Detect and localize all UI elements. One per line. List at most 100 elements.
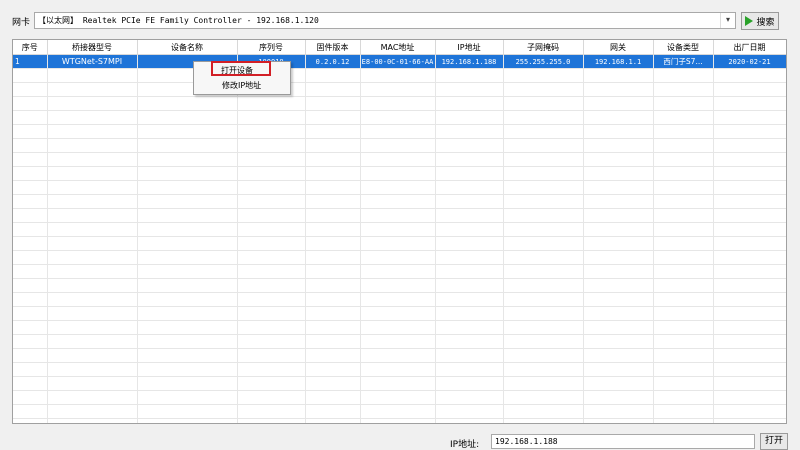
empty-cell [583, 208, 654, 223]
empty-cell [435, 306, 504, 321]
empty-cell [713, 124, 786, 139]
empty-cell [305, 152, 361, 167]
col-header-type[interactable]: 设备类型 [653, 40, 714, 55]
empty-cell [13, 390, 48, 405]
empty-cell [583, 348, 654, 363]
empty-cell [583, 152, 654, 167]
empty-cell [583, 418, 654, 423]
empty-cell [713, 208, 786, 223]
empty-cell [305, 236, 361, 251]
empty-cell [583, 236, 654, 251]
empty-cell [583, 390, 654, 405]
empty-cell [137, 166, 238, 181]
nic-select[interactable]: 【以太网】 Realtek PCIe FE Family Controller … [34, 12, 736, 29]
col-header-gateway[interactable]: 网关 [583, 40, 654, 55]
empty-cell [305, 264, 361, 279]
empty-cell [435, 138, 504, 153]
empty-cell [13, 110, 48, 125]
empty-row [13, 152, 786, 167]
empty-cell [47, 96, 138, 111]
empty-cell [137, 236, 238, 251]
empty-cell [305, 124, 361, 139]
empty-cell [237, 250, 306, 265]
empty-cell [653, 362, 714, 377]
empty-cell [435, 68, 504, 83]
empty-row [13, 222, 786, 237]
col-header-firmware[interactable]: 固件版本 [305, 40, 361, 55]
empty-cell [360, 124, 436, 139]
empty-cell [653, 278, 714, 293]
empty-row [13, 418, 786, 423]
empty-cell [237, 306, 306, 321]
empty-cell [435, 250, 504, 265]
empty-row [13, 320, 786, 335]
open-button[interactable]: 打开 [760, 433, 788, 450]
empty-cell [305, 166, 361, 181]
empty-cell [360, 96, 436, 111]
empty-cell [435, 376, 504, 391]
empty-cell [713, 390, 786, 405]
empty-cell [47, 320, 138, 335]
empty-cell [237, 390, 306, 405]
empty-cell [13, 96, 48, 111]
table-row[interactable]: 1 WTGNet-S7MPI 100010 0.2.0.12 E8-00-0C-… [13, 54, 786, 69]
empty-cell [583, 110, 654, 125]
col-header-name[interactable]: 设备名称 [137, 40, 238, 55]
empty-cell [503, 124, 584, 139]
col-header-ip[interactable]: IP地址 [435, 40, 504, 55]
empty-cell [237, 362, 306, 377]
empty-row [13, 362, 786, 377]
empty-row [13, 292, 786, 307]
empty-row [13, 250, 786, 265]
col-header-index[interactable]: 序号 [13, 40, 48, 55]
empty-row [13, 236, 786, 251]
chevron-down-icon[interactable]: ▾ [720, 13, 735, 28]
empty-cell [137, 264, 238, 279]
empty-cell [435, 320, 504, 335]
col-header-mask[interactable]: 子网掩码 [503, 40, 584, 55]
cell-model: WTGNet-S7MPI [47, 54, 138, 69]
empty-cell [137, 138, 238, 153]
menu-item-modify-ip[interactable]: 修改IP地址 [222, 80, 261, 91]
empty-cell [435, 236, 504, 251]
empty-cell [360, 278, 436, 293]
empty-cell [653, 418, 714, 423]
empty-cell [237, 236, 306, 251]
empty-cell [47, 82, 138, 97]
empty-cell [713, 138, 786, 153]
empty-cell [713, 376, 786, 391]
col-header-mac[interactable]: MAC地址 [360, 40, 436, 55]
empty-cell [435, 208, 504, 223]
empty-cell [503, 68, 584, 83]
col-header-date[interactable]: 出厂日期 [713, 40, 786, 55]
empty-cell [237, 376, 306, 391]
empty-cell [435, 96, 504, 111]
empty-cell [713, 110, 786, 125]
empty-cell [305, 68, 361, 83]
empty-cell [713, 180, 786, 195]
empty-cell [713, 292, 786, 307]
col-header-model[interactable]: 桥接器型号 [47, 40, 138, 55]
col-header-serial[interactable]: 序列号 [237, 40, 306, 55]
ip-input[interactable]: 192.168.1.188 [491, 434, 755, 449]
empty-cell [13, 222, 48, 237]
search-button[interactable]: 搜索 [741, 12, 779, 30]
empty-cell [653, 320, 714, 335]
cell-mac: E8-00-0C-01-66-AA [360, 54, 436, 69]
empty-cell [583, 82, 654, 97]
empty-row [13, 166, 786, 181]
empty-cell [305, 404, 361, 419]
empty-cell [13, 418, 48, 423]
empty-cell [305, 362, 361, 377]
empty-cell [47, 236, 138, 251]
empty-cell [583, 376, 654, 391]
empty-cell [13, 306, 48, 321]
empty-cell [13, 376, 48, 391]
empty-cell [137, 250, 238, 265]
empty-cell [360, 390, 436, 405]
device-table[interactable]: 序号 桥接器型号 设备名称 序列号 固件版本 MAC地址 IP地址 子网掩码 网… [12, 39, 787, 424]
empty-cell [360, 222, 436, 237]
empty-cell [435, 222, 504, 237]
empty-cell [583, 334, 654, 349]
empty-cell [435, 390, 504, 405]
